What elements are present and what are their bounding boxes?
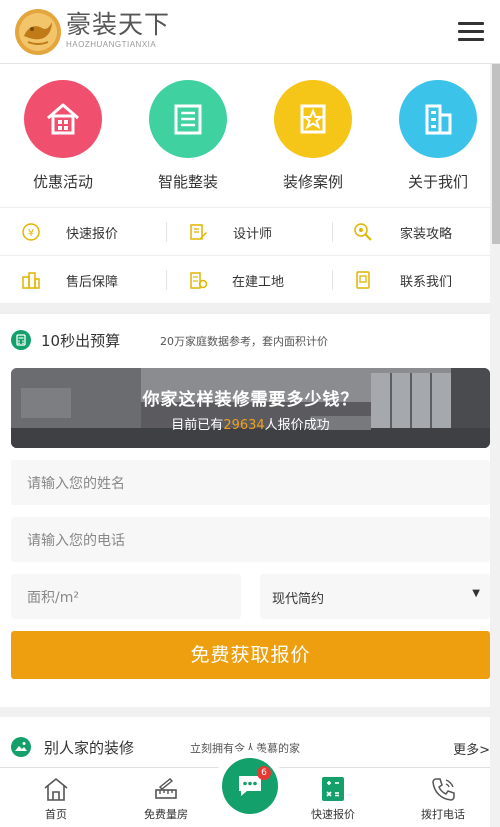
- tab-home[interactable]: 首页: [6, 768, 106, 827]
- brand-subtitle: HAOZHUANGTIANXIA: [66, 40, 157, 49]
- site-icon: [187, 269, 209, 291]
- link-after-sales[interactable]: 售后保障: [20, 256, 118, 304]
- brand: 豪装天下 HAOZHUANGTIANXIA: [66, 10, 170, 49]
- tab-measure[interactable]: 免费量房: [116, 768, 216, 827]
- page: 豪装天下 HAOZHUANGTIANXIA 优惠活动 智能整装 装修案例 关于我…: [0, 0, 500, 827]
- building-icon: [399, 80, 477, 158]
- top-header: 豪装天下 HAOZHUANGTIANXIA: [0, 0, 500, 64]
- budget-banner: 你家这样装修需要多少钱？ 目前已有29634人报价成功: [11, 368, 490, 448]
- link-designer[interactable]: 设计师: [187, 208, 272, 256]
- pencil-note-icon: [187, 221, 209, 243]
- link-guide[interactable]: 家装攻略: [352, 208, 452, 256]
- get-quote-button[interactable]: 免费获取报价: [11, 631, 490, 679]
- star-frame-icon: [274, 80, 352, 158]
- link-grid: ¥ 快速报价 设计师 家装攻略 售后保障 在建工地 联系我们: [0, 207, 490, 304]
- main-content: 优惠活动 智能整装 装修案例 关于我们 ¥ 快速报价 设计师 家装攻略 售后保障…: [0, 64, 490, 777]
- link-label: 家装攻略: [400, 226, 453, 242]
- style-select[interactable]: 现代简约 ▼: [260, 574, 490, 619]
- link-row: 售后保障 在建工地 联系我们: [0, 256, 490, 304]
- link-label: 设计师: [233, 226, 273, 242]
- budget-title: 10秒出预算: [41, 332, 121, 350]
- scrollbar[interactable]: [490, 64, 500, 827]
- hamburger-menu-icon[interactable]: [458, 22, 484, 42]
- link-contact[interactable]: 联系我们: [352, 256, 452, 304]
- link-label: 联系我们: [400, 274, 453, 290]
- banner-title: 你家这样装修需要多少钱？: [142, 390, 359, 410]
- tab-label: 首页: [45, 808, 67, 821]
- budget-section: 10秒出预算 20万家庭数据参考，套内面积计价 你家这样装修需要多少钱？ 目前已…: [0, 314, 490, 707]
- chat-badge: 6: [257, 766, 271, 780]
- link-row: ¥ 快速报价 设计师 家装攻略: [0, 208, 490, 256]
- banner-subtitle: 目前已有29634人报价成功: [11, 414, 490, 433]
- style-selected: 现代简约: [272, 592, 325, 607]
- nav-item-about[interactable]: 关于我们: [388, 80, 488, 192]
- nav-item-cases[interactable]: 装修案例: [263, 80, 363, 192]
- link-construction-site[interactable]: 在建工地: [187, 256, 284, 304]
- house-icon: [24, 80, 102, 158]
- magnifier-icon: [352, 221, 374, 243]
- budget-header: 10秒出预算 20万家庭数据参考，套内面积计价: [0, 314, 490, 368]
- nav-label: 智能整装: [157, 173, 218, 191]
- tab-label: 快速报价: [311, 808, 355, 821]
- others-title: 别人家的装修: [44, 739, 135, 757]
- more-link[interactable]: 更多>: [453, 739, 490, 758]
- calculator-icon: [318, 774, 348, 804]
- phone-card-icon: [352, 269, 374, 291]
- area-input[interactable]: 面积/m²: [11, 574, 241, 619]
- link-label: 售后保障: [66, 274, 119, 290]
- banner-prefix: 目前已有: [171, 418, 224, 433]
- nav-label: 优惠活动: [32, 173, 93, 191]
- nav-label: 装修案例: [282, 173, 343, 191]
- link-label: 在建工地: [232, 274, 285, 290]
- banner-suffix: 人报价成功: [264, 418, 330, 433]
- phone-input[interactable]: 请输入您的电话: [11, 517, 490, 562]
- quick-nav: 优惠活动 智能整装 装修案例 关于我们: [0, 64, 490, 207]
- tab-label: 免费量房: [144, 808, 188, 821]
- ruler-icon: [151, 774, 181, 804]
- phone-icon: [428, 774, 458, 804]
- chat-button[interactable]: [222, 758, 278, 814]
- brand-logo[interactable]: [14, 8, 62, 56]
- bottom-tab-bar: 首页 免费量房 6 快速报价 拨打电话: [0, 750, 493, 827]
- home-icon: [41, 774, 71, 804]
- quote-count: 29634: [223, 418, 265, 433]
- tab-call[interactable]: 拨打电话: [393, 768, 493, 827]
- link-label: 快速报价: [66, 226, 119, 242]
- area-style-row: 面积/m² 现代简约 ▼: [0, 562, 490, 619]
- calculator-icon: [11, 330, 31, 350]
- nav-label: 关于我们: [407, 173, 468, 191]
- nav-item-smart-decor[interactable]: 智能整装: [138, 80, 238, 192]
- tab-quick-quote[interactable]: 快速报价: [283, 768, 383, 827]
- dropdown-arrow-icon: ▼: [472, 588, 480, 599]
- link-quick-quote[interactable]: ¥ 快速报价: [20, 208, 118, 256]
- yen-icon: ¥: [20, 221, 42, 243]
- nav-item-promotions[interactable]: 优惠活动: [13, 80, 113, 192]
- tab-label: 拨打电话: [421, 808, 465, 821]
- svg-text:¥: ¥: [28, 228, 34, 239]
- name-input[interactable]: 请输入您的姓名: [11, 460, 490, 505]
- document-icon: [149, 80, 227, 158]
- landscape-icon: [11, 737, 31, 757]
- scrollbar-thumb[interactable]: [492, 64, 500, 244]
- brand-name: 豪装天下: [66, 10, 171, 39]
- buildings-icon: [20, 269, 42, 291]
- budget-subtitle: 20万家庭数据参考，套内面积计价: [160, 335, 328, 348]
